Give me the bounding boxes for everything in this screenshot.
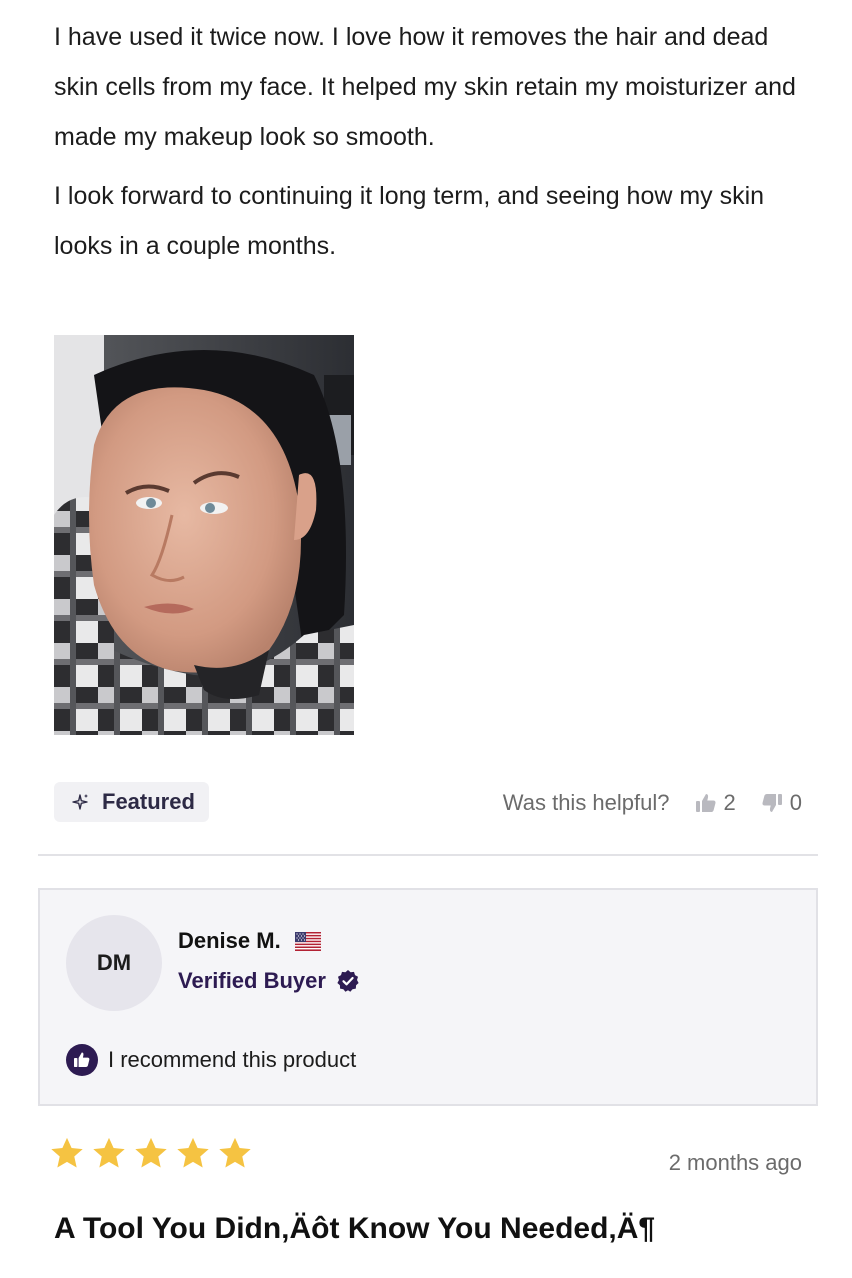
helpful-question: Was this helpful? bbox=[502, 790, 670, 815]
helpful-votes: Was this helpful? 2 0 bbox=[503, 786, 802, 820]
review-paragraph: I look forward to continuing it long ter… bbox=[54, 182, 765, 260]
thumbs-up-icon bbox=[695, 794, 716, 812]
recommend-text: I recommend this product bbox=[108, 1047, 357, 1072]
verified-buyer-badge: Verified Buyer bbox=[178, 968, 360, 994]
review-photo[interactable] bbox=[54, 335, 354, 735]
us-flag-icon bbox=[294, 931, 321, 951]
helpful-no-count: 0 bbox=[789, 790, 802, 815]
star-icon bbox=[135, 1137, 167, 1168]
verified-buyer-label: Verified Buyer bbox=[178, 968, 326, 993]
star-icon bbox=[219, 1137, 251, 1168]
reviewer-name-row: Denise M. bbox=[178, 928, 321, 954]
star-rating bbox=[48, 1135, 254, 1173]
helpful-yes-count: 2 bbox=[723, 790, 736, 815]
helpful-no-button[interactable]: 0 bbox=[760, 790, 802, 816]
review-date: 2 months ago bbox=[668, 1150, 802, 1175]
star-icon bbox=[177, 1137, 209, 1168]
helpful-yes-button[interactable]: 2 bbox=[694, 790, 736, 816]
reviewer-card: DM Denise M. Verified Buyer I recommend … bbox=[38, 888, 818, 1106]
recommend-thumbs-up-icon bbox=[66, 1044, 98, 1076]
sparkle-icon bbox=[72, 794, 88, 810]
review-paragraph: I have used it twice now. I love how it … bbox=[54, 23, 796, 151]
star-icon bbox=[51, 1137, 83, 1168]
reviewer-name: Denise M. bbox=[178, 928, 281, 953]
verified-check-icon bbox=[337, 970, 359, 992]
review-title: A Tool You Didn‚Äôt Know You Needed‚Ä¶ bbox=[54, 1212, 656, 1245]
reviews-page: I have used it twice now. I love how it … bbox=[0, 0, 852, 1278]
review-divider bbox=[38, 854, 818, 856]
featured-badge: Featured bbox=[54, 782, 209, 822]
thumbs-down-icon bbox=[762, 794, 782, 812]
review-body: I have used it twice now. I love how it … bbox=[54, 12, 814, 280]
recommend-row: I recommend this product bbox=[66, 1044, 356, 1076]
star-icon bbox=[93, 1137, 125, 1168]
featured-label: Featured bbox=[102, 789, 195, 814]
avatar: DM bbox=[66, 915, 162, 1011]
